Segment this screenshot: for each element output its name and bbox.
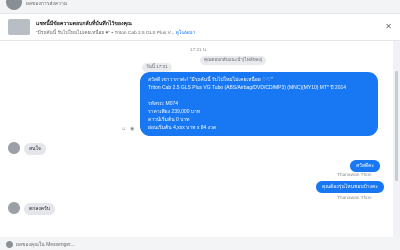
ad-thumbnail[interactable] bbox=[8, 19, 30, 35]
footer-bar: ผลของคุณใน Messenger... bbox=[0, 238, 400, 250]
ad-message-bubble[interactable]: สวัสดี เขาวากาต่ะ! "มีรถคันนี้ รับไปใหม่… bbox=[140, 72, 378, 136]
ad-summary: "มีรถคันนี้ รับไปใหม่ไม่เคยเหนื่อย ♥" ▪ … bbox=[36, 31, 175, 36]
header-title: แชทนี้มีข้อความตอบกลับที่บันทึกไว้ของคุณ bbox=[36, 21, 132, 27]
view-ad-link[interactable]: ดูโฆษณา bbox=[176, 31, 196, 36]
profile-avatar[interactable] bbox=[6, 0, 22, 10]
header-subtitle: "มีรถคันนี้ รับไปใหม่ไม่เคยเหนื่อย ♥" ▪ … bbox=[36, 29, 195, 37]
messenger-icon bbox=[6, 241, 13, 248]
seen-icon: ◉ bbox=[130, 126, 135, 132]
ad-line: ดาวน์เริ่มต้น 0 บาท bbox=[148, 117, 190, 123]
ad-line: ราคาเพียง 239,000 บาท bbox=[148, 109, 201, 115]
avatar[interactable] bbox=[8, 202, 20, 214]
ad-line: สวัสดี เขาวากาต่ะ! "มีรถคันนี้ รับไปใหม่… bbox=[148, 77, 273, 83]
sender-name: Thanawan Thon bbox=[337, 196, 372, 201]
ad-reply-header: แชทนี้มีข้อความตอบกลับที่บันทึกไว้ของคุณ… bbox=[0, 13, 400, 41]
timestamp: 17:31 น. bbox=[190, 47, 208, 52]
scrollbar-thumb[interactable] bbox=[395, 71, 398, 181]
scrollbar[interactable] bbox=[393, 41, 400, 237]
avatar[interactable] bbox=[8, 142, 20, 154]
incoming-message[interactable]: สนใจ bbox=[24, 143, 46, 155]
chat-thread bbox=[0, 41, 393, 237]
close-icon[interactable]: ✕ bbox=[385, 22, 392, 31]
react-icon[interactable]: ☺ bbox=[121, 126, 126, 132]
profile-name: ผลของการส่งความ bbox=[26, 1, 68, 7]
timestamp-today: วันนี้ 17:31 bbox=[142, 63, 172, 72]
top-strip: ผลของการส่งความ bbox=[0, 0, 400, 12]
ad-line: ผ่อนเริ่มต้น 4,xxx บาท x 84 งวด bbox=[148, 125, 217, 131]
outgoing-message[interactable]: สวัสดีคะ bbox=[350, 160, 381, 172]
incoming-message[interactable]: ตกลงครับ bbox=[24, 203, 55, 215]
ad-line: รหัสรถ: M074 bbox=[148, 101, 179, 107]
reply-indicator: คุณตอบกลับแนะนำ(ไฟล์หลง) bbox=[200, 56, 267, 65]
footer-text[interactable]: ผลของคุณใน Messenger... bbox=[16, 241, 75, 249]
ad-line: Triton Cab 2.5 GLS Plus VG Tubo (ABS/Air… bbox=[148, 85, 347, 91]
outgoing-message[interactable]: คุณต้องรุ่นไหนชอบบ้างคะ bbox=[316, 181, 385, 193]
sender-name: Thanawan Thon bbox=[337, 173, 372, 178]
